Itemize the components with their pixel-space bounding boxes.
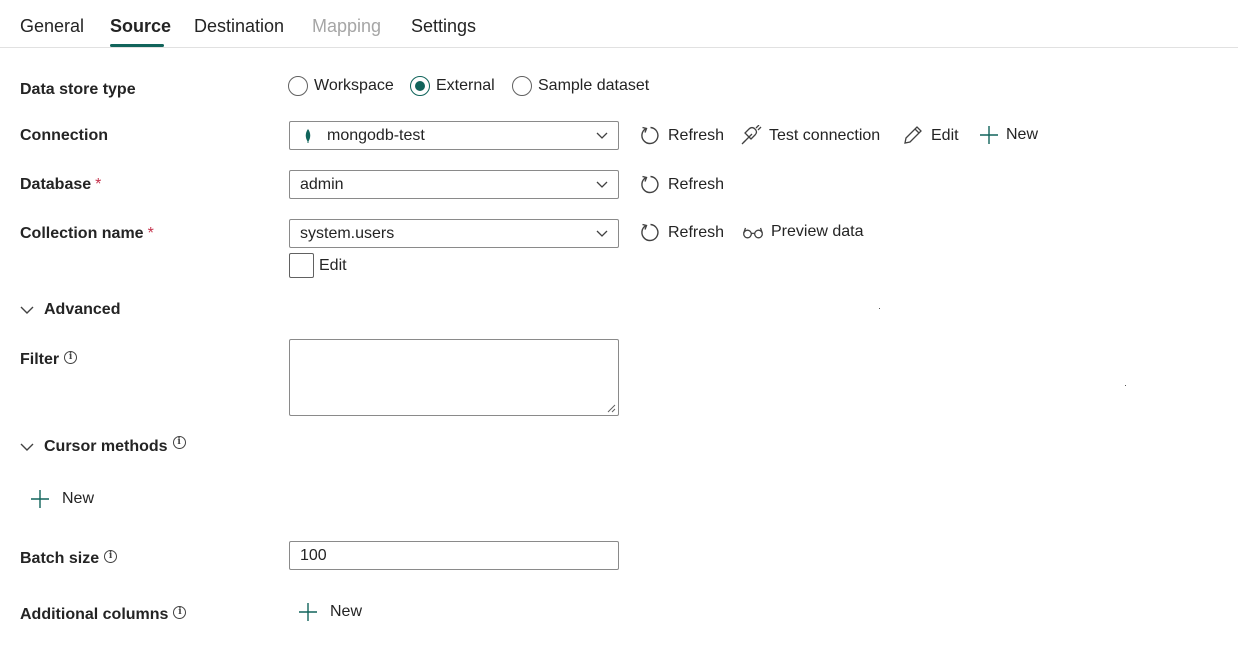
stray-pixel: [879, 308, 880, 309]
refresh-icon: [641, 126, 659, 145]
active-tab-indicator: [110, 44, 164, 47]
refresh-label: Refresh: [668, 175, 725, 193]
connection-label: Connection: [20, 127, 108, 144]
refresh-icon: [641, 175, 659, 194]
required-asterisk: *: [147, 225, 154, 242]
new-connection-button[interactable]: New: [979, 125, 1038, 145]
new-label: New: [1006, 126, 1039, 143]
batch-size-input[interactable]: [289, 541, 619, 570]
data-store-type-label: Data store type: [20, 81, 136, 98]
collection-dropdown[interactable]: system.users: [289, 219, 619, 248]
chevron-down-icon: [20, 443, 34, 451]
preview-data-label: Preview data: [771, 223, 864, 240]
refresh-label: Refresh: [668, 126, 725, 144]
radio-circle: [288, 76, 308, 96]
radio-sample-dataset[interactable]: Sample dataset: [512, 76, 649, 96]
filter-textarea[interactable]: [290, 340, 618, 415]
radio-circle: [410, 76, 430, 96]
plus-icon: [31, 490, 49, 508]
additional-columns-label-text: Additional columns: [20, 606, 169, 623]
preview-data-button[interactable]: Preview data: [742, 222, 864, 242]
connection-refresh-button[interactable]: Refresh: [640, 125, 724, 146]
filter-textarea-container: [289, 339, 619, 416]
cursor-methods-section-toggle[interactable]: Cursor methods i: [20, 435, 186, 456]
radio-workspace[interactable]: Workspace: [288, 76, 394, 96]
radio-external[interactable]: External: [410, 76, 495, 96]
tab-mapping: Mapping: [312, 16, 382, 36]
database-dropdown[interactable]: admin: [289, 170, 619, 199]
chevron-down-icon: [596, 181, 608, 188]
pencil-icon: [904, 126, 922, 144]
advanced-section-toggle[interactable]: Advanced: [20, 301, 120, 319]
info-icon[interactable]: i: [104, 550, 118, 563]
connection-dropdown[interactable]: mongodb-test: [289, 121, 619, 150]
database-label-text: Database: [20, 176, 92, 193]
radio-workspace-label: Workspace: [314, 77, 394, 94]
additional-columns-label: Additional columns i: [20, 606, 187, 624]
batch-size-label-text: Batch size: [20, 550, 100, 567]
checkbox-edit-label: Edit: [319, 256, 347, 274]
tab-source[interactable]: Source: [110, 16, 171, 37]
new-label: New: [62, 490, 95, 507]
new-label: New: [330, 603, 363, 620]
tab-bar: General Source Destination Mapping Setti…: [0, 0, 1238, 48]
test-connection-label: Test connection: [769, 126, 881, 144]
required-asterisk: *: [95, 176, 102, 193]
collection-value: system.users: [300, 224, 395, 242]
chevron-down-icon: [596, 230, 608, 237]
database-value: admin: [300, 175, 344, 193]
advanced-label: Advanced: [44, 301, 121, 318]
radio-external-label: External: [436, 77, 495, 94]
info-icon[interactable]: i: [172, 435, 186, 449]
filter-label-text: Filter: [20, 351, 60, 368]
collection-name-label: Collection name *: [20, 225, 154, 243]
cursor-methods-label: Cursor methods: [44, 438, 168, 455]
tab-settings[interactable]: Settings: [411, 16, 476, 37]
refresh-label: Refresh: [668, 223, 725, 241]
resize-grip-icon[interactable]: [607, 404, 616, 413]
chevron-down-icon: [20, 306, 34, 314]
radio-sample-dataset-label: Sample dataset: [538, 77, 650, 94]
info-icon[interactable]: i: [64, 351, 78, 364]
collection-label-text: Collection name: [20, 225, 144, 242]
database-label: Database *: [20, 176, 101, 194]
collection-refresh-button[interactable]: Refresh: [640, 222, 724, 243]
database-refresh-button[interactable]: Refresh: [640, 174, 724, 195]
plus-icon: [299, 603, 317, 621]
checkbox-box: [289, 253, 314, 278]
cursor-method-new-button[interactable]: New: [30, 489, 94, 509]
chevron-down-icon: [596, 132, 608, 139]
tab-general[interactable]: General: [20, 16, 84, 37]
stray-pixel: [1125, 385, 1126, 386]
edit-label: Edit: [931, 126, 959, 144]
plus-icon: [980, 126, 998, 144]
glasses-icon: [743, 227, 763, 239]
refresh-icon: [641, 223, 659, 242]
info-icon[interactable]: i: [173, 606, 187, 619]
connection-value: mongodb-test: [327, 126, 425, 144]
collection-edit-checkbox[interactable]: Edit: [289, 253, 347, 278]
tab-destination[interactable]: Destination: [194, 16, 284, 37]
additional-columns-new-button[interactable]: New: [298, 602, 362, 622]
edit-connection-button[interactable]: Edit: [902, 125, 959, 146]
radio-circle: [512, 76, 532, 96]
mongodb-leaf-icon: [305, 128, 311, 143]
plug-connection-icon: [741, 125, 762, 145]
test-connection-button[interactable]: Test connection: [740, 125, 880, 146]
batch-size-label: Batch size i: [20, 550, 118, 568]
filter-label: Filter i: [20, 351, 78, 369]
